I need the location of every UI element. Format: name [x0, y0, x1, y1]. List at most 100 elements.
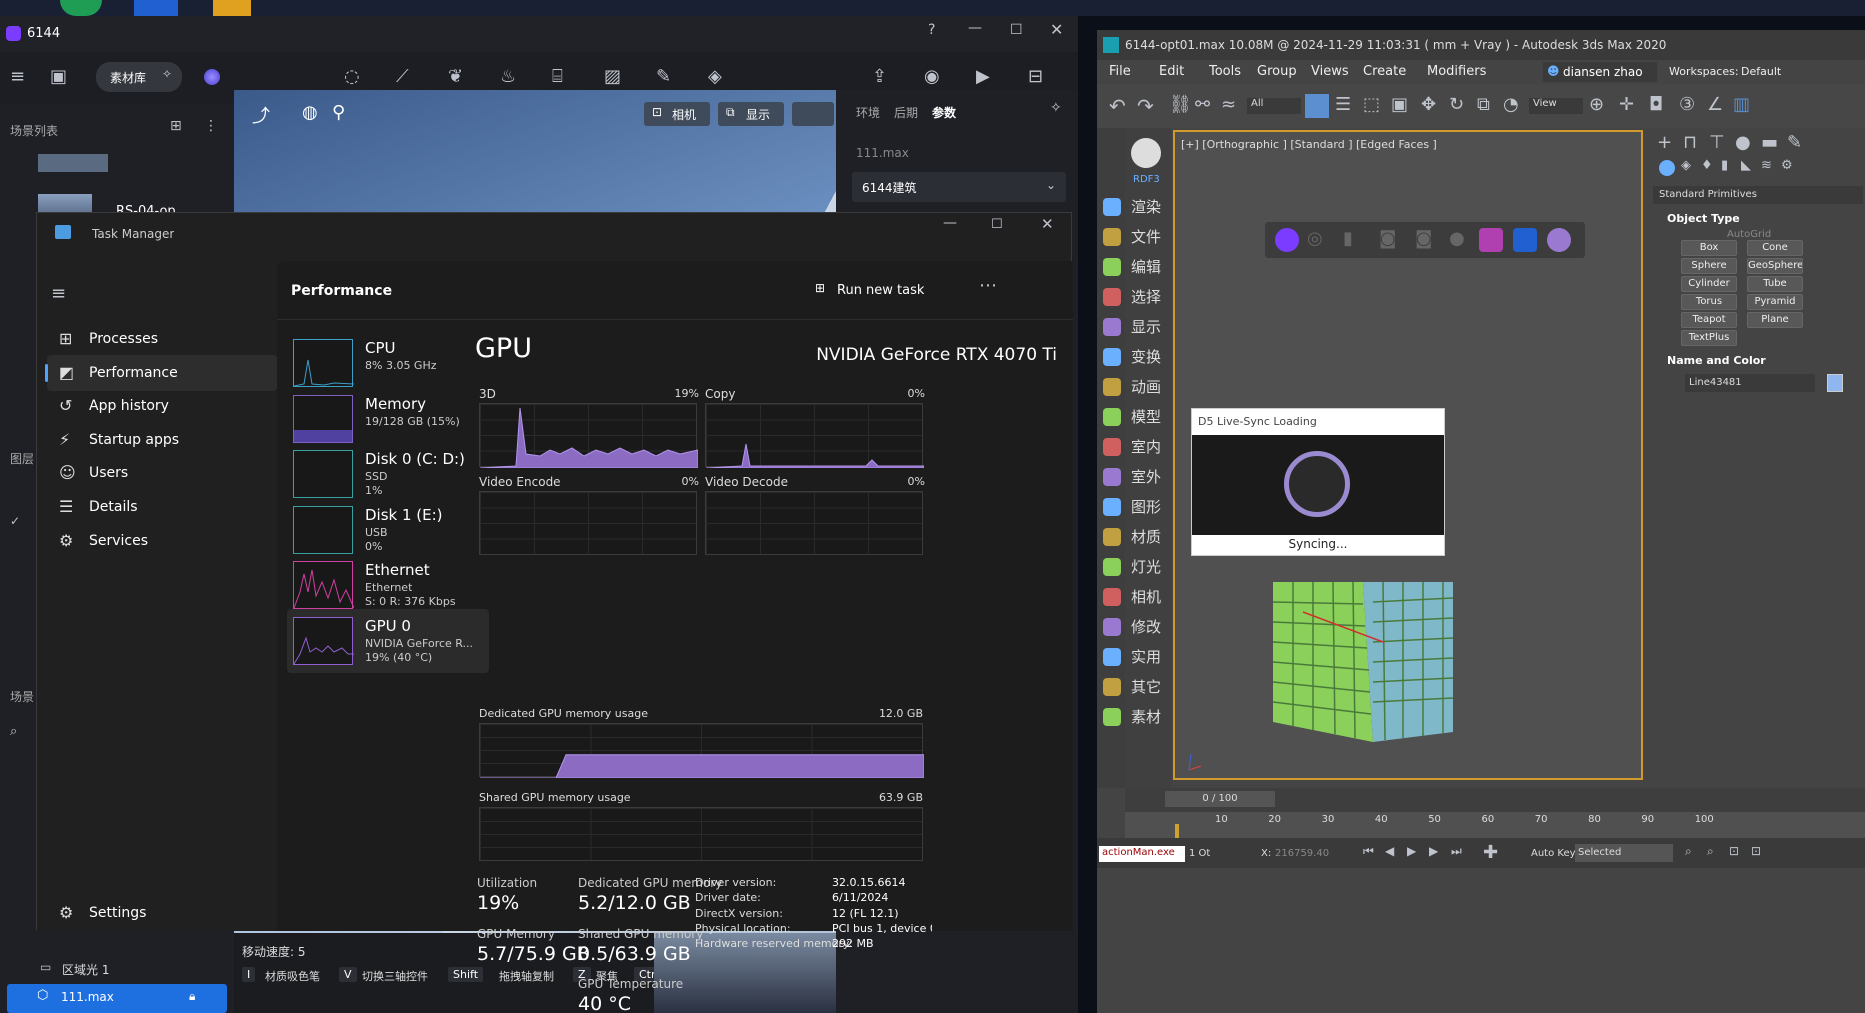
undo-icon[interactable]: ↶: [1109, 94, 1126, 118]
skp-icon[interactable]: [1513, 228, 1537, 252]
sofa-icon[interactable]: ⌸: [552, 66, 563, 87]
d5-sync-icon[interactable]: [1275, 228, 1299, 252]
tool-icon[interactable]: [1103, 408, 1121, 426]
help-icon[interactable]: ?: [928, 22, 935, 38]
track-bar[interactable]: 10 20 30 40 50 60 70 80 90 100: [1125, 812, 1865, 838]
object-name-field[interactable]: Line43481: [1685, 374, 1815, 392]
create-tab-icon[interactable]: +: [1657, 132, 1672, 153]
cn-menu-item[interactable]: 文件: [1131, 226, 1161, 247]
display-button[interactable]: 显示 ⧉: [718, 102, 784, 126]
nav-settings[interactable]: ⚙ Settings: [47, 895, 277, 931]
library-chip[interactable]: 素材库 ✧: [96, 62, 182, 92]
scale-icon[interactable]: ⧉: [1477, 94, 1490, 115]
primitive-geosphere-button[interactable]: GeoSphere: [1747, 258, 1803, 274]
globe-icon[interactable]: ◍: [302, 102, 318, 123]
name-color-header[interactable]: Name and Color: [1667, 354, 1766, 367]
viewport-label[interactable]: [+] [Orthographic ] [Standard ] [Edged F…: [1181, 138, 1437, 151]
material-icon[interactable]: ▨: [604, 66, 621, 87]
settings-icon[interactable]: [1547, 228, 1571, 252]
cn-menu-item[interactable]: 相机: [1131, 586, 1161, 607]
primitive-sphere-button[interactable]: Sphere: [1681, 258, 1737, 274]
tab-environment[interactable]: 环境: [856, 104, 880, 121]
run-new-task-button[interactable]: ⊞ Run new task: [809, 275, 959, 305]
region-select-icon[interactable]: ⬚: [1363, 94, 1380, 115]
plugin-logo-icon[interactable]: [1131, 138, 1161, 168]
cn-menu-item[interactable]: 室内: [1131, 436, 1161, 457]
cn-menu-item[interactable]: 变换: [1131, 346, 1161, 367]
select-by-name-icon[interactable]: ☰: [1335, 94, 1351, 115]
perf-list-item[interactable]: Disk 1 (E:) USB 0%: [287, 498, 489, 562]
menu-views[interactable]: Views: [1311, 64, 1349, 79]
file-icon[interactable]: ▣: [50, 66, 67, 87]
video-icon[interactable]: ▶: [976, 66, 990, 87]
primitive-textplus-button[interactable]: TextPlus: [1681, 330, 1737, 346]
close-icon[interactable]: ✕: [1041, 215, 1054, 233]
selection-filter[interactable]: All: [1247, 98, 1301, 114]
scene-thumbnail[interactable]: [38, 154, 108, 172]
desktop-app-icon[interactable]: [134, 0, 178, 16]
dsa-icon[interactable]: [1479, 228, 1503, 252]
user-account[interactable]: ☻ diansen zhao: [1543, 62, 1657, 82]
go-to-start-icon[interactable]: ⏮: [1363, 844, 1374, 859]
zoom-icon[interactable]: ⌕: [1685, 844, 1692, 859]
gear-icon[interactable]: ◎: [1307, 228, 1323, 249]
perf-list-item[interactable]: Disk 0 (C: D:) SSD 1%: [287, 442, 489, 506]
cn-menu-item[interactable]: 动画: [1131, 376, 1161, 397]
primitive-tube-button[interactable]: Tube: [1747, 276, 1803, 292]
nav-app-history[interactable]: ↺ App history: [47, 388, 277, 424]
percent-snap-icon[interactable]: ▥: [1733, 94, 1750, 115]
redo-icon[interactable]: ↷: [1137, 94, 1154, 118]
cn-menu-item[interactable]: 材质: [1131, 526, 1161, 547]
previous-frame-icon[interactable]: ◀: [1385, 844, 1394, 858]
display-tab-icon[interactable]: ▬: [1761, 132, 1778, 153]
tool-icon[interactable]: [1103, 468, 1121, 486]
light-bulb-icon[interactable]: ◌: [344, 66, 360, 87]
zoom-all-icon[interactable]: ⌕: [1707, 844, 1714, 859]
menu-edit[interactable]: Edit: [1159, 64, 1184, 79]
close-icon[interactable]: ✕: [1050, 20, 1063, 39]
maximize-icon[interactable]: ☐: [1010, 22, 1023, 38]
pivot-icon[interactable]: ⊕: [1589, 94, 1604, 115]
primitive-plane-button[interactable]: Plane: [1747, 312, 1803, 328]
eyedropper-icon[interactable]: ⚲: [332, 102, 345, 123]
video-icon[interactable]: ▮: [1343, 228, 1353, 249]
tab-params[interactable]: 参数: [932, 104, 956, 121]
path-tool-icon[interactable]: ⟋: [396, 66, 409, 87]
geometry-icon[interactable]: [1659, 160, 1675, 176]
menu-tools[interactable]: Tools: [1209, 64, 1241, 79]
tab-post[interactable]: 后期: [894, 104, 918, 121]
perf-list-item[interactable]: Memory 19/128 GB (15%): [287, 387, 489, 451]
unlink-icon[interactable]: ⚯: [1195, 94, 1210, 115]
camera-button[interactable]: 相机 ⊡: [644, 102, 710, 126]
tool-icon[interactable]: [1103, 588, 1121, 606]
keyboard-shortcut-icon[interactable]: ◘: [1649, 94, 1663, 115]
object-type-header[interactable]: Object Type: [1667, 212, 1740, 225]
rotate-icon[interactable]: ↻: [1449, 94, 1464, 115]
desktop-app-icon[interactable]: [213, 0, 251, 16]
cn-menu-item[interactable]: 选择: [1131, 286, 1161, 307]
menu-modifiers[interactable]: Modifiers: [1427, 64, 1486, 79]
camera-icon[interactable]: ◙: [1415, 228, 1432, 249]
primitive-torus-button[interactable]: Torus: [1681, 294, 1737, 310]
zoom-extents-all-icon[interactable]: ⊡: [1751, 844, 1761, 858]
cn-menu-item[interactable]: 编辑: [1131, 256, 1161, 277]
reference-coord-select[interactable]: View: [1529, 98, 1583, 114]
camera-icon[interactable]: ◙: [1379, 228, 1396, 249]
tool-icon[interactable]: [1103, 348, 1121, 366]
cn-menu-item[interactable]: 实用: [1131, 646, 1161, 667]
tool-icon[interactable]: [1103, 648, 1121, 666]
hamburger-icon[interactable]: ≡: [51, 283, 66, 304]
workspace-select[interactable]: Default: [1741, 65, 1781, 78]
building-model[interactable]: [1273, 582, 1463, 762]
perf-list-item[interactable]: CPU 8% 3.05 GHz: [287, 331, 489, 395]
tool-icon[interactable]: [1103, 678, 1121, 696]
cn-menu-item[interactable]: 灯光: [1131, 556, 1161, 577]
pin-icon[interactable]: ✧: [1050, 100, 1062, 116]
primitive-pyramid-button[interactable]: Pyramid: [1747, 294, 1803, 310]
placement-icon[interactable]: ◔: [1503, 94, 1519, 115]
perf-list-item[interactable]: GPU 0 NVIDIA GeForce R... 19% (40 °C): [287, 608, 489, 673]
hierarchy-tab-icon[interactable]: ⊤: [1709, 132, 1725, 153]
menu-icon[interactable]: ≡: [10, 66, 25, 87]
nav-details[interactable]: ☰ Details: [47, 489, 277, 525]
building-dropdown[interactable]: 6144建筑 ⌄: [852, 172, 1066, 202]
